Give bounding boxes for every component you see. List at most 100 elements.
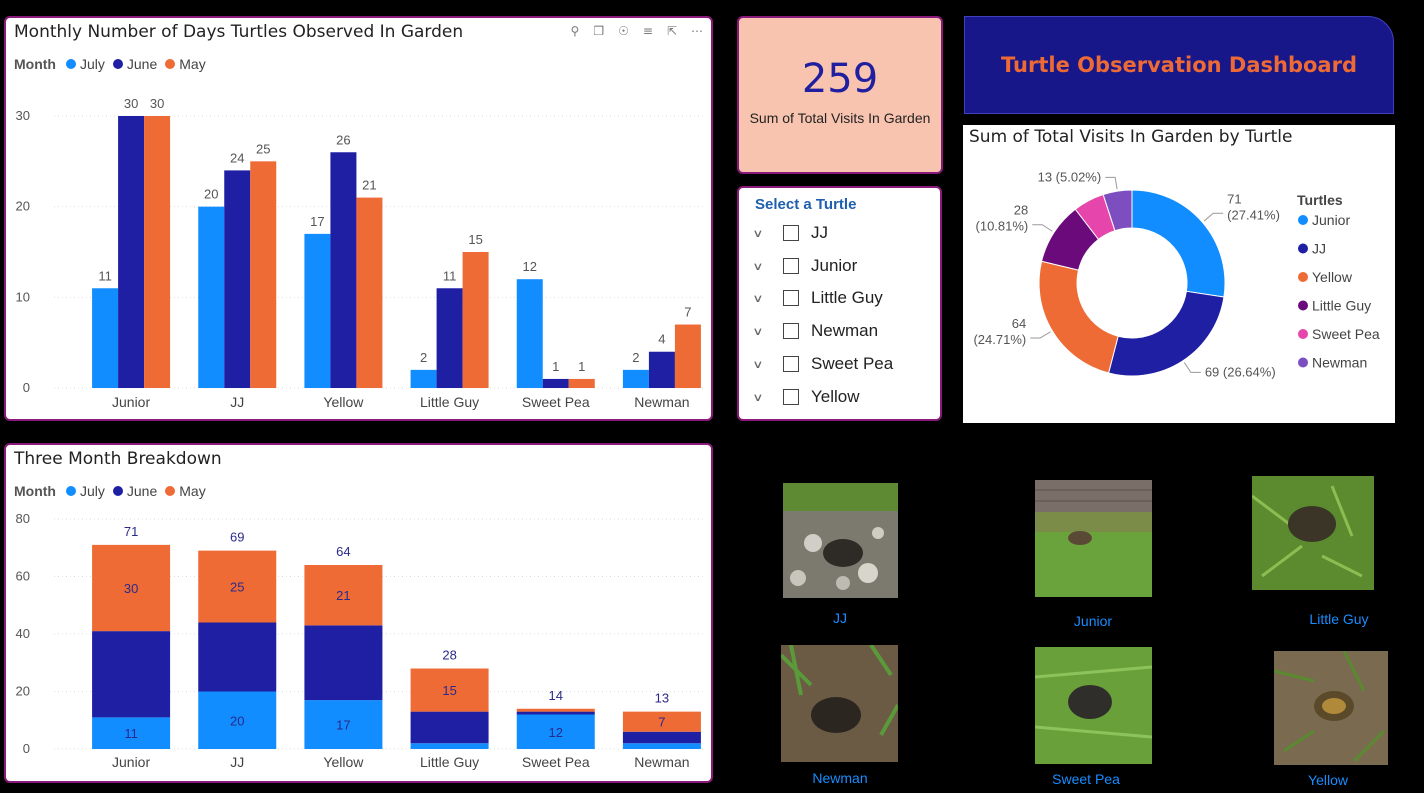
checkbox[interactable] [783,356,799,372]
total-label: 14 [549,688,563,703]
segment-may-sweet-pea [516,708,595,712]
slicer-item-newman[interactable]: ∨ Newman [752,318,878,344]
bar-june-jj [224,170,251,388]
bar-july-newman [622,369,649,388]
total-label: 28 [442,648,456,663]
data-label: 11 [443,268,457,283]
segment-label: 17 [336,718,350,733]
checkbox[interactable] [783,290,799,306]
slice-percent-label: (24.71%) [973,332,1026,347]
chevron-down-icon[interactable]: ∨ [752,358,772,371]
slicer-item-little-guy[interactable]: ∨ Little Guy [752,285,883,311]
y-tick-label: 40 [16,626,30,641]
data-label: 4 [658,332,665,347]
legend-title: Month [14,56,56,72]
slice-junior [1131,189,1226,298]
slice-jj [1107,290,1225,377]
y-tick-label: 0 [23,380,30,395]
segment-june-jj [198,622,277,692]
chevron-down-icon[interactable]: ∨ [752,227,772,240]
legend-dot-may [165,59,176,69]
slicer-item-label: JJ [811,223,828,242]
slicer-item-jj[interactable]: ∨ JJ [752,220,828,246]
data-label: 25 [256,141,270,156]
data-label: 2 [420,350,427,365]
y-tick-label: 30 [16,108,30,123]
checkbox[interactable] [783,389,799,405]
legend-dot-little-guy [1298,300,1308,311]
slice-yellow [1038,260,1119,374]
legend-item-may[interactable]: May [179,56,205,72]
bell-icon[interactable]: ☉ [618,24,629,38]
data-label: 21 [362,178,376,193]
pin-icon[interactable]: ⚲ [571,24,580,38]
total-label: 13 [655,691,669,706]
segment-label: 7 [658,715,665,730]
turtle-photo-little-guy [1252,476,1374,590]
bar-june-newman [648,351,675,388]
chart-title: Sum of Total Visits In Garden by Turtle [969,127,1293,147]
photo-label-yellow: Yellow [1308,772,1348,788]
legend-dot-july [65,486,76,496]
y-tick-label: 60 [16,569,30,584]
segment-june-newman [622,731,701,744]
legend-title: Month [14,483,56,499]
checkbox[interactable] [783,323,799,339]
clustered-bar-chart: 01020301130 30Junior202425JJ172621Yellow2… [16,96,703,410]
chart-legend: Month July June May [14,56,212,72]
bar-july-little-guy [410,369,437,388]
slicer-item-label: Little Guy [811,288,883,307]
y-tick-label: 10 [16,289,30,304]
x-tick-label: JJ [230,754,244,770]
legend-dot-junior [1298,215,1308,225]
chevron-down-icon[interactable]: ∨ [752,325,772,338]
slicer-title: Select a Turtle [755,196,857,213]
y-tick-label: 80 [16,511,30,526]
segment-june-little-guy [410,711,489,744]
filter-icon[interactable]: ≡ [643,24,653,38]
copy-icon[interactable]: ❐ [593,24,604,38]
slicer-item-yellow[interactable]: ∨ Yellow [752,384,860,410]
data-label: 11 [98,268,112,283]
legend-item-junior: Junior [1312,212,1350,228]
chevron-down-icon[interactable]: ∨ [752,292,772,305]
donut-chart: 71(27.41%) 69 (26.64%) 64(24.71%) 28(10.81%… [973,169,1379,379]
bar-july-sweet-pea [516,279,543,388]
data-label: 24 [230,150,244,165]
more-options-icon[interactable]: ⋯ [691,24,703,38]
bar-june-sweet-pea [542,378,569,388]
leader-line [1032,224,1053,232]
chevron-down-icon[interactable]: ∨ [752,391,772,404]
legend-item-july[interactable]: July [80,483,105,499]
slicer-item-label: Yellow [811,387,860,406]
photo-label-little-guy: Little Guy [1309,611,1369,627]
slice-value-label: 28 [1014,203,1028,218]
data-label: 1 [578,359,585,374]
turtle-photo-newman [781,645,898,762]
data-label: 15 [468,232,482,247]
monthly-days-chart-panel: Monthly Number of Days Turtles Observed … [4,16,713,421]
checkbox[interactable] [783,225,799,241]
turtle-photo-yellow [1274,651,1388,765]
legend-item-june[interactable]: June [127,56,157,72]
legend-dot-july [65,59,76,69]
chart-title: Three Month Breakdown [14,449,222,469]
checkbox[interactable] [783,258,799,274]
segment-july-little-guy [410,743,489,749]
x-tick-label: Newman [634,754,689,770]
slice-value-label: 64 [1012,316,1026,331]
slicer-item-junior[interactable]: ∨ Junior [752,253,857,279]
legend-item-may[interactable]: May [179,483,205,499]
visual-toolbar: ⚲ ❐ ☉ ≡ ⇱ ⋯ [571,24,703,38]
legend-item-july[interactable]: July [80,56,105,72]
legend-item-june[interactable]: June [127,483,157,499]
leader-line [1105,176,1118,190]
turtle-photo-junior [1035,480,1152,597]
focus-mode-icon[interactable]: ⇱ [667,24,677,38]
chevron-down-icon[interactable]: ∨ [752,260,772,273]
slicer-item-sweet-pea[interactable]: ∨ Sweet Pea [752,351,893,377]
data-label: 30 [150,96,164,111]
legend-dot-sweet-pea [1298,329,1308,339]
slice-percent-label: (10.81%) [976,219,1029,234]
visits-by-turtle-panel: Sum of Total Visits In Garden by Turtle … [963,125,1395,423]
